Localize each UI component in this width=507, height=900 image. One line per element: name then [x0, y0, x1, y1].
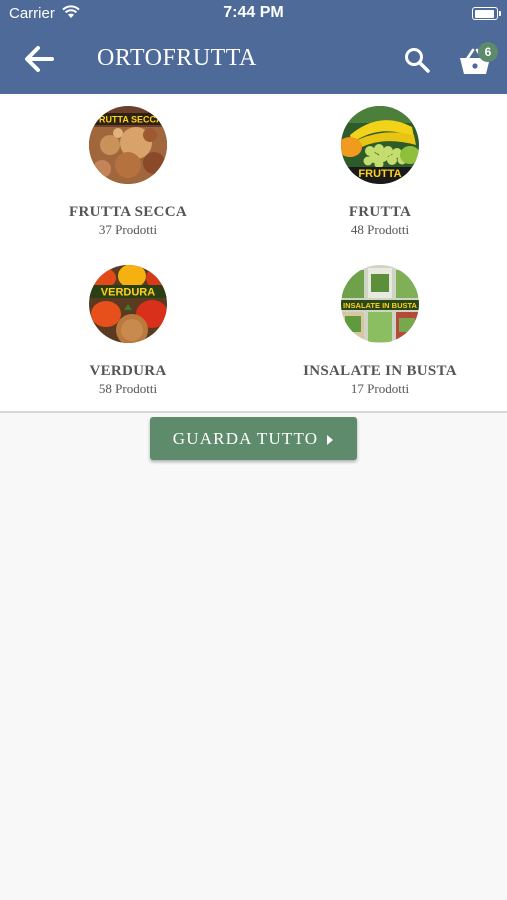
status-bar: Carrier 7:44 PM: [0, 0, 507, 28]
toolbar: ORTOFRUTTA: [0, 28, 507, 94]
frutta-image: FRUTTA: [341, 106, 419, 184]
category-count: 48 Prodotti: [350, 222, 410, 237]
insalate-image-label: INSALATE IN BUSTA: [343, 301, 417, 310]
view-all-label: GUARDA TUTTO: [172, 429, 319, 448]
category-card-frutta[interactable]: FRUTTA FRUTTA 48 Prodotti: [280, 105, 480, 238]
verdura-image-label: VERDURA: [101, 287, 155, 299]
category-count: 17 Prodotti: [350, 381, 410, 396]
category-name: FRUTTA SECCA: [69, 204, 187, 220]
category-count: 37 Prodotti: [98, 222, 158, 237]
status-time: 7:44 PM: [223, 4, 284, 21]
verdura-image: VERDURA: [89, 265, 167, 343]
category-card-insalate-in-busta[interactable]: INSALATE IN BUSTA INSALATE IN BUSTA 17 P…: [280, 264, 480, 397]
search-icon[interactable]: [403, 46, 431, 74]
category-card-frutta-secca[interactable]: FRUTTA SECCA FRUTTA SECCA 37 Prodotti: [28, 105, 228, 238]
cart-count-badge: 6: [478, 42, 498, 62]
frutta-secca-image-label: FRUTTA SECCA: [94, 115, 163, 125]
insalate-in-busta-image: INSALATE IN BUSTA: [341, 265, 419, 343]
category-grid: FRUTTA SECCA FRUTTA SECCA 37 Prodotti FR…: [0, 94, 507, 413]
category-card-verdura[interactable]: VERDURA VERDURA 58 Prodotti: [28, 264, 228, 397]
category-name: INSALATE IN BUSTA: [303, 363, 457, 379]
battery-icon: [472, 7, 501, 20]
frutta-secca-image: FRUTTA SECCA: [89, 106, 167, 184]
app-header: Carrier 7:44 PM ORTOFRUTTA 6: [0, 0, 507, 94]
back-arrow-icon[interactable]: [22, 44, 56, 74]
frutta-image-label: FRUTTA: [358, 168, 401, 180]
page-title: ORTOFRUTTA: [97, 45, 257, 71]
category-name: FRUTTA: [348, 204, 412, 220]
category-name: VERDURA: [89, 363, 167, 379]
category-count: 58 Prodotti: [98, 381, 158, 396]
caret-right-icon: [327, 435, 334, 446]
view-all-button[interactable]: GUARDA TUTTO: [150, 417, 357, 460]
